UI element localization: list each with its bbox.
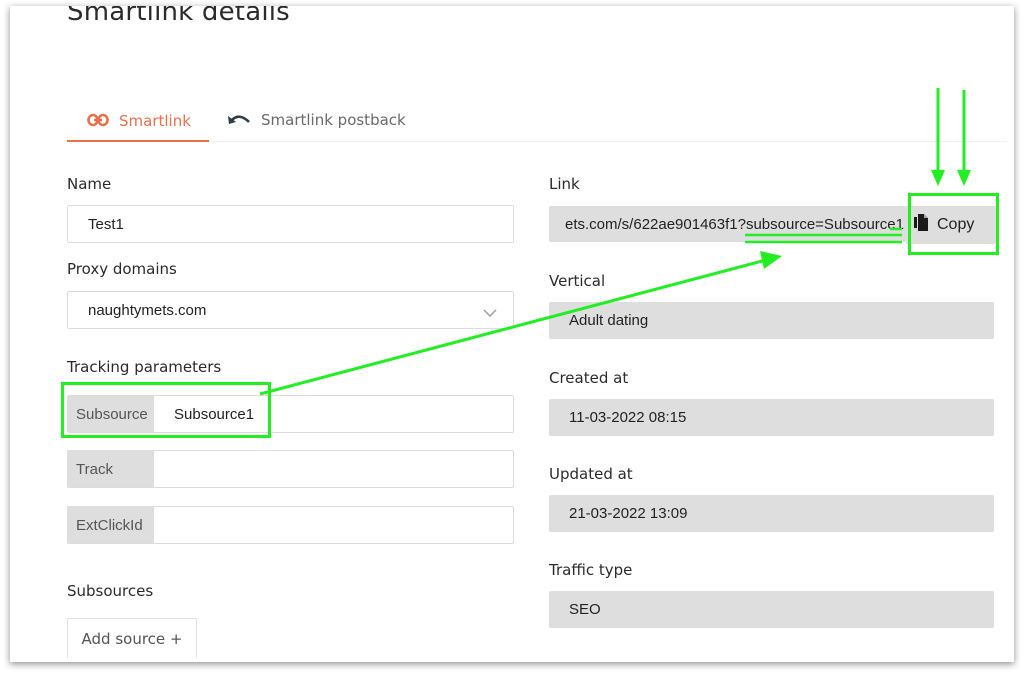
name-value: Test1 bbox=[88, 215, 124, 233]
arrow-down-right-head bbox=[957, 170, 971, 186]
tab-postback-label: Smartlink postback bbox=[261, 111, 406, 129]
proxy-domains-label: Proxy domains bbox=[67, 260, 177, 278]
traffic-type-value: SEO bbox=[569, 601, 601, 618]
link-icon bbox=[87, 113, 109, 131]
tracking-parameters-label: Tracking parameters bbox=[67, 358, 222, 376]
param-extclickid-name: ExtClickId bbox=[68, 507, 154, 543]
param-track: Track bbox=[67, 450, 514, 488]
subsources-label: Subsources bbox=[67, 582, 154, 600]
created-at-value: 11-03-2022 08:15 bbox=[569, 409, 687, 426]
param-track-name: Track bbox=[68, 451, 154, 487]
copy-highlight-box bbox=[908, 193, 999, 255]
param-extclickid: ExtClickId bbox=[67, 506, 514, 544]
updated-at-field: 21-03-2022 13:09 bbox=[549, 495, 994, 532]
link-field[interactable]: ets.com/s/622ae901463f1?subsource=Subsou… bbox=[549, 206, 906, 242]
tab-smartlink[interactable]: Smartlink bbox=[67, 106, 209, 142]
name-input[interactable]: Test1 bbox=[67, 205, 514, 243]
proxy-domains-select[interactable]: naughtymets.com bbox=[67, 291, 514, 329]
traffic-type-field: SEO bbox=[549, 591, 994, 628]
link-label: Link bbox=[549, 175, 580, 193]
link-value: ets.com/s/622ae901463f1?subsource=Subsou… bbox=[565, 215, 904, 233]
tab-smartlink-postback[interactable]: Smartlink postback bbox=[227, 106, 406, 142]
updated-at-label: Updated at bbox=[549, 465, 633, 483]
created-at-field: 11-03-2022 08:15 bbox=[549, 399, 994, 436]
name-label: Name bbox=[67, 175, 112, 193]
param-extclickid-input[interactable] bbox=[154, 507, 513, 543]
traffic-type-label: Traffic type bbox=[549, 561, 633, 579]
arrow-down-left-head bbox=[931, 170, 945, 186]
tab-smartlink-label: Smartlink bbox=[119, 112, 191, 130]
created-at-label: Created at bbox=[549, 369, 629, 387]
vertical-label: Vertical bbox=[549, 272, 606, 290]
arrow-diagonal-head bbox=[760, 251, 782, 269]
page-title: Smartlink details bbox=[67, 6, 290, 27]
smartlink-details-window: Smartlink details Smartlink Smartlink po… bbox=[10, 6, 1014, 662]
subsource-highlight-box bbox=[61, 382, 271, 438]
vertical-value: Adult dating bbox=[569, 312, 649, 329]
proxy-domains-value: naughtymets.com bbox=[88, 301, 207, 319]
add-source-button[interactable]: Add source + bbox=[67, 618, 197, 658]
vertical-field: Adult dating bbox=[549, 302, 994, 339]
updated-at-value: 21-03-2022 13:09 bbox=[569, 505, 688, 522]
tab-bar: Smartlink Smartlink postback bbox=[67, 106, 1007, 142]
undo-arrow-icon bbox=[227, 112, 251, 132]
param-track-input[interactable] bbox=[154, 451, 513, 487]
chevron-down-icon bbox=[483, 304, 497, 321]
